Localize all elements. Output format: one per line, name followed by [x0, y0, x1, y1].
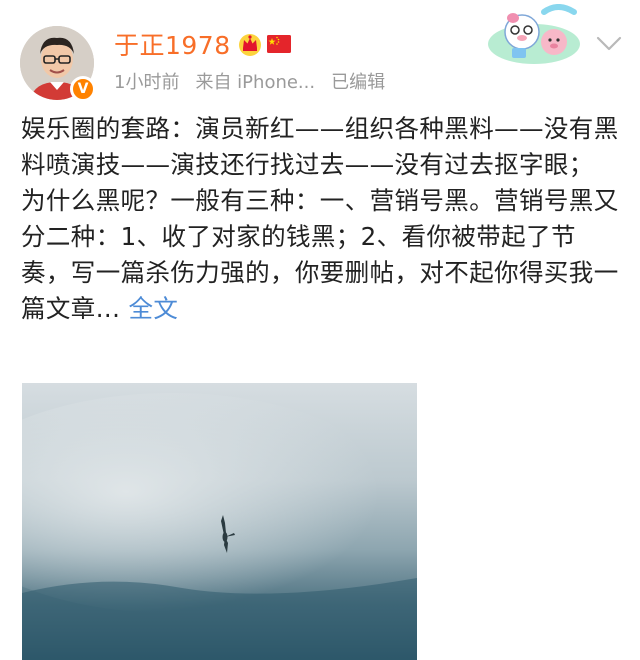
- post-time: 1小时前: [114, 72, 180, 93]
- chevron-down-icon[interactable]: [594, 34, 624, 54]
- post-meta: 1小时前 来自 iPhone... 已编辑: [114, 68, 385, 94]
- post-paragraph-2-text: 为什么黑呢？一般有三种：一、营销号黑。营销号黑又分二种：1、收了对家的钱黑；2、…: [21, 186, 619, 323]
- post-source[interactable]: 来自 iPhone...: [195, 68, 315, 94]
- post-text: 娱乐圈的套路：演员新红——组织各种黑料——没有黑料喷演技——演技还行找过去——没…: [21, 111, 621, 327]
- edited-label[interactable]: 已编辑: [331, 68, 385, 94]
- avatar[interactable]: V: [20, 26, 96, 102]
- china-flag-icon: [266, 35, 291, 53]
- crown-icon[interactable]: [237, 31, 263, 57]
- post-paragraph-1: 娱乐圈的套路：演员新红——组织各种黑料——没有黑料喷演技——演技还行找过去——没…: [21, 114, 619, 179]
- sticker-icon: [488, 4, 580, 64]
- username[interactable]: 于正1978: [114, 26, 231, 62]
- post-photo[interactable]: [22, 383, 417, 660]
- name-row: 于正1978: [114, 28, 291, 60]
- verified-badge: V: [70, 76, 96, 102]
- post-paragraph-2: 为什么黑呢？一般有三种：一、营销号黑。营销号黑又分二种：1、收了对家的钱黑；2、…: [21, 183, 621, 327]
- full-text-link[interactable]: 全文: [128, 294, 178, 323]
